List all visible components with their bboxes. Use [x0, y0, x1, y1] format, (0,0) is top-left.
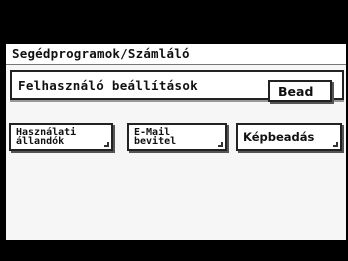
section-title: Felhasználó beállítások [18, 78, 198, 93]
email-bevitel-label: E-Mail bevitel [134, 127, 177, 147]
corner-mark-icon [104, 142, 109, 147]
lcd-screen: Segédprogramok/Számláló Felhasználó beál… [6, 44, 346, 240]
hasznalati-allandok-label: Használati állandók [16, 127, 77, 147]
kepbeadas-button[interactable]: Képbeadás [236, 123, 342, 151]
bead-button[interactable]: Bead [268, 80, 332, 102]
email-bevitel-button[interactable]: E-Mail bevitel [127, 123, 227, 151]
kepbeadas-label: Képbeadás [243, 130, 315, 144]
corner-mark-icon [333, 142, 338, 147]
corner-mark-icon [218, 142, 223, 147]
title-bar: Segédprogramok/Számláló [6, 44, 346, 65]
bead-button-label: Bead [278, 84, 314, 99]
page-title: Segédprogramok/Számláló [12, 46, 190, 61]
hasznalati-allandok-button[interactable]: Használati állandók [9, 123, 113, 151]
